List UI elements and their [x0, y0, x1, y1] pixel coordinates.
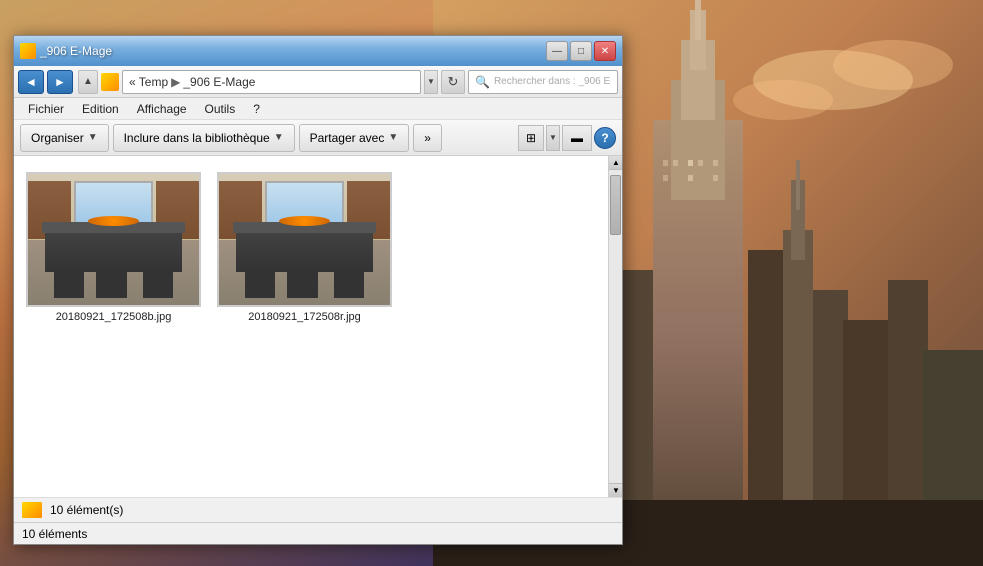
share-button[interactable]: Partager avec ▼	[299, 124, 410, 152]
kitchen-image-2	[219, 174, 390, 305]
file-name-1: 20180921_172508b.jpg	[56, 311, 172, 323]
view-buttons: ⊞ ▼ ▬ ?	[518, 125, 616, 151]
status-count: 10 éléments	[22, 527, 87, 541]
library-button[interactable]: Inclure dans la bibliothèque ▼	[113, 124, 295, 152]
kitchen-image-1	[28, 174, 199, 305]
toolbar: Organiser ▼ Inclure dans la bibliothèque…	[14, 120, 622, 156]
up-icon: ▲	[83, 76, 93, 87]
title-bar: _906 E-Mage — □ ✕	[14, 36, 622, 66]
address-dropdown[interactable]: ▼	[424, 70, 438, 94]
forward-button[interactable]: ►	[47, 70, 73, 94]
file-pane: 20180921_172508b.jpg	[14, 156, 608, 497]
title-bar-left: _906 E-Mage	[20, 43, 546, 59]
organiser-label: Organiser	[31, 131, 84, 145]
file-thumbnail-1	[26, 172, 201, 307]
content-area: 20180921_172508b.jpg	[14, 156, 622, 497]
menu-fichier[interactable]: Fichier	[20, 100, 72, 118]
search-bar[interactable]: 🔍 Rechercher dans : _906 E-Mage	[468, 70, 618, 94]
window-icon	[20, 43, 36, 59]
scroll-down-button[interactable]: ▼	[609, 483, 622, 497]
window-title: _906 E-Mage	[40, 44, 112, 58]
scrollbar[interactable]: ▲ ▼	[608, 156, 622, 497]
navigation-bar: ◄ ► ▲ « Temp ▶ _906 E-Mage ▼ ↻ 🔍 Recherc…	[14, 66, 622, 98]
address-separator-1: ▶	[171, 75, 180, 89]
bottom-folder-area: 10 élément(s)	[14, 497, 622, 522]
refresh-button[interactable]: ↻	[441, 70, 465, 94]
file-name-2: 20180921_172508r.jpg	[248, 311, 361, 323]
view-large-icons-button[interactable]: ⊞	[518, 125, 544, 151]
minimize-button[interactable]: —	[546, 41, 568, 61]
file-item[interactable]: 20180921_172508r.jpg	[217, 168, 392, 327]
stool-2	[287, 270, 318, 299]
stool-1	[54, 270, 85, 299]
up-button[interactable]: ▲	[78, 70, 98, 94]
file-thumbnail-2	[217, 172, 392, 307]
folder-count-label: 10 élément(s)	[50, 503, 123, 517]
stool-3	[143, 270, 174, 299]
menu-bar: Fichier Edition Affichage Outils ?	[14, 98, 622, 120]
forward-icon: ►	[54, 75, 66, 89]
close-button[interactable]: ✕	[594, 41, 616, 61]
view-dropdown[interactable]: ▼	[546, 125, 560, 151]
organiser-dropdown-icon: ▼	[88, 132, 98, 143]
back-button[interactable]: ◄	[18, 70, 44, 94]
search-placeholder-text: Rechercher dans : _906 E-Mage	[494, 76, 611, 87]
folder-icon	[101, 73, 119, 91]
stool-1	[245, 270, 276, 299]
scroll-thumb[interactable]	[610, 175, 621, 235]
menu-edition[interactable]: Edition	[74, 100, 127, 118]
files-grid: 20180921_172508b.jpg	[22, 164, 600, 331]
address-path-2: _906 E-Mage	[183, 75, 255, 89]
island	[236, 226, 373, 272]
share-dropdown-icon: ▼	[388, 132, 398, 143]
share-label: Partager avec	[310, 131, 385, 145]
folder-icon-status	[22, 502, 42, 518]
menu-help[interactable]: ?	[245, 100, 268, 118]
back-icon: ◄	[25, 75, 37, 89]
more-label: »	[424, 131, 431, 145]
scroll-track[interactable]	[609, 170, 622, 483]
island	[45, 226, 182, 272]
maximize-button[interactable]: □	[570, 41, 592, 61]
organiser-button[interactable]: Organiser ▼	[20, 124, 109, 152]
stool-3	[334, 270, 365, 299]
menu-outils[interactable]: Outils	[197, 100, 244, 118]
status-bar: 10 éléments	[14, 522, 622, 544]
address-bar[interactable]: « Temp ▶ _906 E-Mage	[122, 70, 421, 94]
view-details-button[interactable]: ▬	[562, 125, 592, 151]
help-button[interactable]: ?	[594, 127, 616, 149]
title-controls: — □ ✕	[546, 41, 616, 61]
library-label: Inclure dans la bibliothèque	[124, 131, 270, 145]
search-icon: 🔍	[475, 75, 490, 89]
library-dropdown-icon: ▼	[274, 132, 284, 143]
address-path-1: « Temp	[129, 75, 168, 89]
scroll-up-button[interactable]: ▲	[609, 156, 622, 170]
file-item[interactable]: 20180921_172508b.jpg	[26, 168, 201, 327]
more-button[interactable]: »	[413, 124, 442, 152]
explorer-window: _906 E-Mage — □ ✕ ◄ ► ▲ « Temp ▶ _906 E-…	[13, 35, 623, 545]
menu-affichage[interactable]: Affichage	[129, 100, 195, 118]
stool-2	[96, 270, 127, 299]
